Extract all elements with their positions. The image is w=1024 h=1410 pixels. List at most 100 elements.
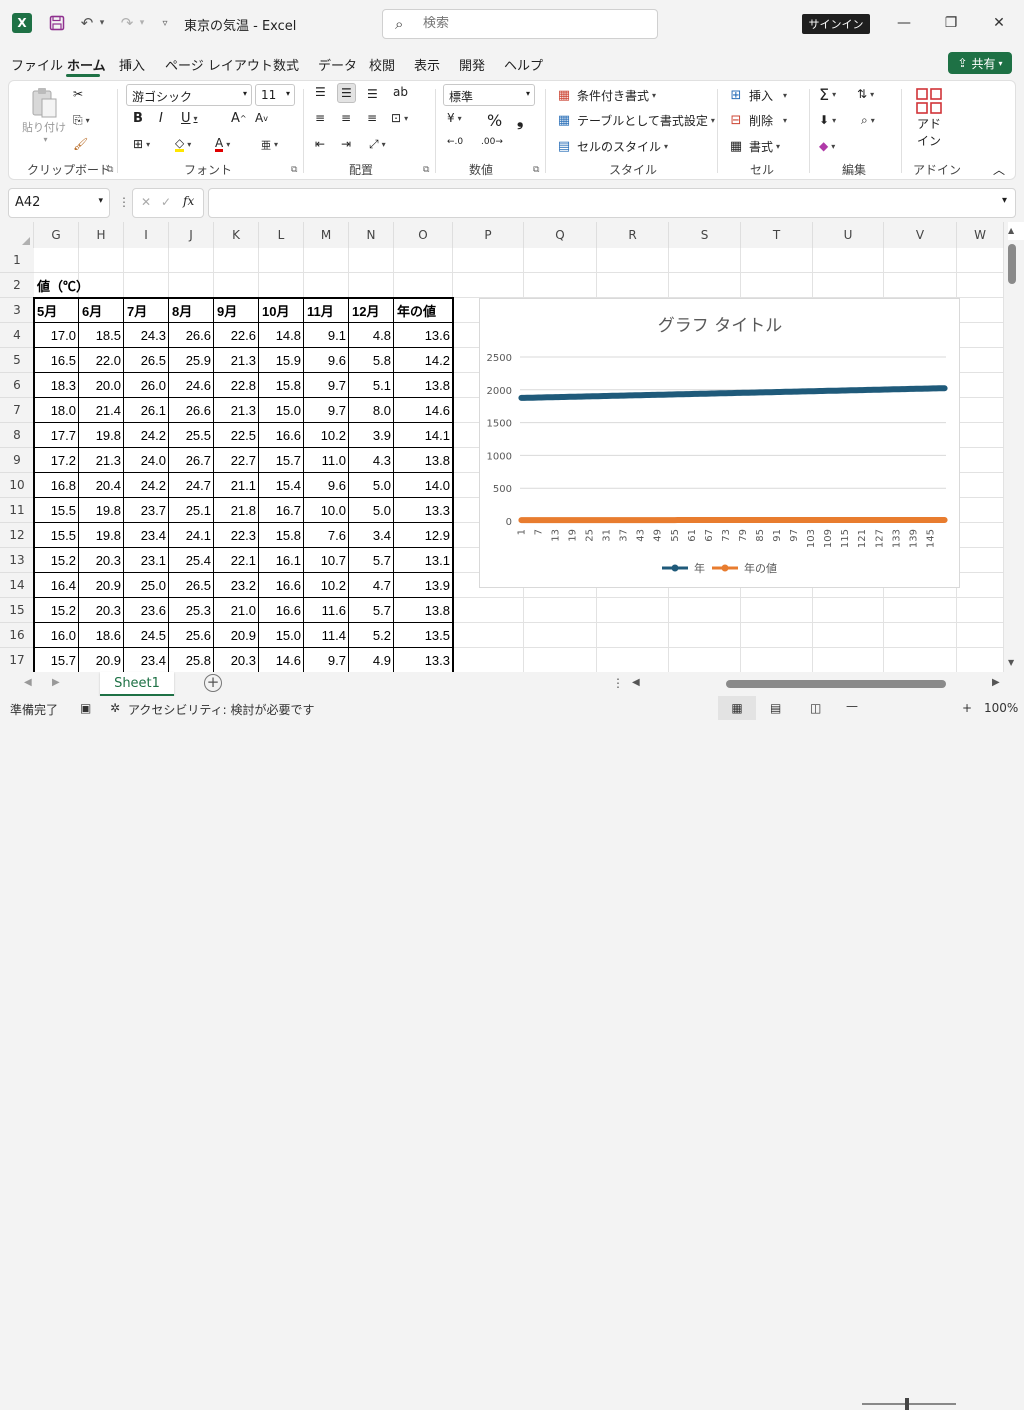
redo-icon[interactable]: ↷	[116, 12, 138, 34]
number-format-select[interactable]: 標準▾	[443, 84, 535, 106]
table-data-cell[interactable]: 15.4	[259, 473, 304, 498]
tab-view[interactable]: 表示	[414, 55, 440, 74]
column-header-R[interactable]: R	[597, 222, 669, 248]
table-data-cell[interactable]: 5.1	[349, 373, 394, 398]
alignment-launcher-icon[interactable]: ⧉	[423, 165, 429, 175]
zoom-in-icon[interactable]: +	[962, 701, 972, 715]
column-header-I[interactable]: I	[124, 222, 169, 248]
orientation-icon[interactable]: ab	[393, 85, 408, 99]
more-options-icon[interactable]: ⋮	[118, 195, 130, 209]
merge-cells-icon[interactable]: ⤢▾	[369, 137, 386, 152]
table-data-cell[interactable]: 13.9	[394, 573, 453, 598]
align-right-icon[interactable]: ≡	[367, 111, 377, 125]
scroll-left-icon[interactable]: ◀	[632, 677, 640, 688]
table-header-cell[interactable]: 7月	[124, 298, 169, 323]
table-data-cell[interactable]: 14.8	[259, 323, 304, 348]
align-middle-icon[interactable]: ☰	[337, 83, 356, 103]
table-data-cell[interactable]: 9.7	[304, 398, 349, 423]
column-header-U[interactable]: U	[813, 222, 884, 248]
decrease-decimal-icon[interactable]: .00→	[481, 137, 503, 147]
row-header-7[interactable]: 7	[0, 398, 34, 423]
table-data-cell[interactable]: 10.0	[304, 498, 349, 523]
table-header-cell[interactable]: 11月	[304, 298, 349, 323]
table-data-cell[interactable]: 16.4	[34, 573, 79, 598]
table-data-cell[interactable]: 15.0	[259, 623, 304, 648]
accessibility-icon[interactable]: ✲	[110, 701, 120, 715]
zoom-slider[interactable]	[862, 1403, 956, 1405]
sort-filter-icon[interactable]: ⇅▾	[857, 87, 874, 101]
column-header-L[interactable]: L	[259, 222, 304, 248]
table-data-cell[interactable]: 17.7	[34, 423, 79, 448]
accessibility-status[interactable]: アクセシビリティ: 検討が必要です	[128, 701, 315, 718]
column-header-K[interactable]: K	[214, 222, 259, 248]
next-sheet-icon[interactable]: ▶	[52, 677, 60, 688]
table-data-cell[interactable]: 24.1	[169, 523, 214, 548]
page-layout-view-icon[interactable]: ▤	[770, 701, 781, 715]
table-data-cell[interactable]: 22.8	[214, 373, 259, 398]
table-data-cell[interactable]: 10.7	[304, 548, 349, 573]
table-data-cell[interactable]: 20.3	[214, 648, 259, 672]
table-data-cell[interactable]: 16.8	[34, 473, 79, 498]
table-data-cell[interactable]: 19.8	[79, 423, 124, 448]
row-header-5[interactable]: 5	[0, 348, 34, 373]
table-data-cell[interactable]: 5.8	[349, 348, 394, 373]
table-data-cell[interactable]: 21.1	[214, 473, 259, 498]
table-data-cell[interactable]: 5.0	[349, 498, 394, 523]
page-break-view-icon[interactable]: ◫	[810, 701, 821, 715]
vertical-scrollbar[interactable]	[1004, 240, 1024, 672]
signin-button[interactable]: サインイン	[802, 14, 870, 34]
format-as-table-button[interactable]: ▦テーブルとして書式設定▾	[555, 112, 715, 129]
table-data-cell[interactable]: 15.5	[34, 523, 79, 548]
bold-button[interactable]: B	[133, 111, 143, 126]
horizontal-scroll-thumb[interactable]	[726, 680, 946, 688]
column-header-M[interactable]: M	[304, 222, 349, 248]
column-header-J[interactable]: J	[169, 222, 214, 248]
table-data-cell[interactable]: 13.8	[394, 373, 453, 398]
phonetic-icon[interactable]: 亜▾	[261, 137, 278, 152]
table-data-cell[interactable]: 25.6	[169, 623, 214, 648]
table-data-cell[interactable]: 18.6	[79, 623, 124, 648]
table-header-cell[interactable]: 8月	[169, 298, 214, 323]
align-bottom-icon[interactable]: ☰	[367, 87, 378, 101]
table-data-cell[interactable]: 15.0	[259, 398, 304, 423]
table-data-cell[interactable]: 15.7	[259, 448, 304, 473]
table-header-cell[interactable]: 12月	[349, 298, 394, 323]
table-data-cell[interactable]: 10.2	[304, 423, 349, 448]
underline-button[interactable]: U▾	[181, 111, 198, 126]
table-data-cell[interactable]: 23.4	[124, 523, 169, 548]
table-data-cell[interactable]: 24.5	[124, 623, 169, 648]
table-data-cell[interactable]: 9.6	[304, 473, 349, 498]
align-left-icon[interactable]: ≡	[315, 111, 325, 125]
table-data-cell[interactable]: 11.4	[304, 623, 349, 648]
table-data-cell[interactable]: 13.1	[394, 548, 453, 573]
format-painter-icon[interactable]: 🖌	[73, 137, 88, 151]
row-header-4[interactable]: 4	[0, 323, 34, 348]
table-data-cell[interactable]: 4.9	[349, 648, 394, 672]
grow-font-button[interactable]: A^	[231, 111, 247, 126]
select-all-corner[interactable]	[0, 222, 34, 248]
table-data-cell[interactable]: 20.3	[79, 548, 124, 573]
table-data-cell[interactable]: 13.8	[394, 448, 453, 473]
row-header-2[interactable]: 2	[0, 273, 34, 298]
table-data-cell[interactable]: 16.1	[259, 548, 304, 573]
clipboard-launcher-icon[interactable]: ⧉	[107, 165, 113, 175]
column-header-T[interactable]: T	[741, 222, 813, 248]
tab-review[interactable]: 校閲	[369, 55, 395, 74]
find-select-icon[interactable]: ⌕▾	[861, 113, 875, 128]
table-data-cell[interactable]: 23.4	[124, 648, 169, 672]
table-data-cell[interactable]: 21.3	[79, 448, 124, 473]
table-data-cell[interactable]: 22.0	[79, 348, 124, 373]
table-data-cell[interactable]: 5.2	[349, 623, 394, 648]
table-data-cell[interactable]: 21.8	[214, 498, 259, 523]
column-header-W[interactable]: W	[957, 222, 1004, 248]
currency-icon[interactable]: ¥▾	[447, 111, 462, 125]
row-header-8[interactable]: 8	[0, 423, 34, 448]
font-name-select[interactable]: 游ゴシック▾	[126, 84, 252, 106]
row-header-11[interactable]: 11	[0, 498, 34, 523]
table-data-cell[interactable]: 13.8	[394, 598, 453, 623]
undo-dropdown-icon[interactable]: ▾	[96, 12, 108, 34]
table-data-cell[interactable]: 20.9	[79, 648, 124, 672]
column-header-P[interactable]: P	[453, 222, 524, 248]
search-box[interactable]: ⌕	[382, 9, 658, 39]
font-color-icon[interactable]: A▾	[215, 137, 230, 152]
